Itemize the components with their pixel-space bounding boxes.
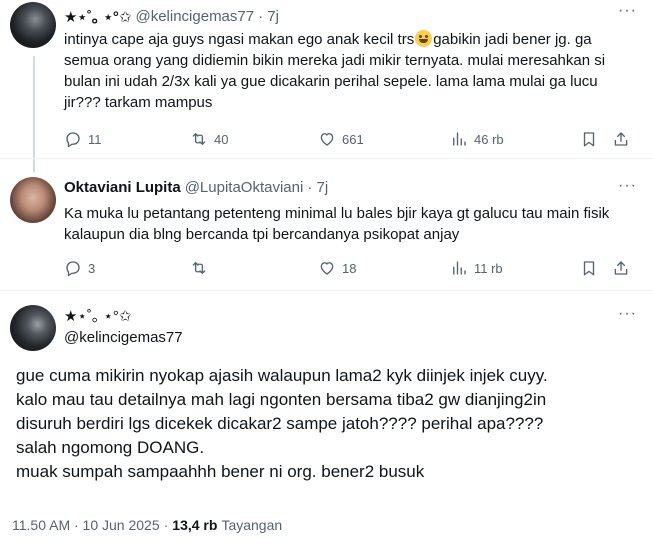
bookmark-button[interactable] <box>580 130 598 148</box>
share-icon <box>614 132 628 146</box>
like-count: 661 <box>342 131 364 147</box>
tweet-line: kalo mau tau detailnya mah lagi ngonten … <box>16 390 547 409</box>
like-button[interactable]: 661 <box>318 130 364 148</box>
tweet-meta: 11.50 AM · 10 Jun 2025 · 13,4 rb Tayanga… <box>12 517 282 533</box>
like-count: 18 <box>342 260 357 276</box>
share-button[interactable] <box>612 130 630 148</box>
more-icon[interactable]: ··· <box>618 305 637 323</box>
bookmark-icon <box>583 132 595 147</box>
view-count: 46 rb <box>474 131 504 147</box>
reply-icon <box>66 261 80 277</box>
share-button[interactable] <box>612 259 630 277</box>
avatar[interactable] <box>10 2 56 48</box>
avatar[interactable] <box>10 305 56 351</box>
tweet-2[interactable]: Oktaviani Lupita @LupitaOktaviani · 7j ·… <box>0 158 653 290</box>
like-icon <box>320 133 334 146</box>
repost-icon <box>192 133 206 145</box>
repost-count: 40 <box>214 131 229 147</box>
bookmark-icon <box>583 261 595 276</box>
like-button[interactable]: 18 <box>318 259 356 277</box>
timestamp[interactable]: · 7j <box>258 8 279 25</box>
tweet-line: disuruh berdiri lgs dicekek dicakar2 sam… <box>16 414 544 433</box>
tweet-1[interactable]: ★⋆˚｡ ⋆°✩ @kelincigemas77 · 7j ··· intiny… <box>0 0 653 172</box>
views-icon <box>453 261 466 275</box>
more-icon[interactable]: ··· <box>618 2 637 20</box>
repost-icon <box>192 262 206 274</box>
tweet-line: salah ngomong DOANG. <box>16 438 205 457</box>
action-bar: 11 40 661 46 rb <box>64 130 634 150</box>
tweet-header: Oktaviani Lupita @LupitaOktaviani · 7j <box>64 179 328 196</box>
reply-button[interactable]: 11 <box>64 130 102 148</box>
bookmark-button[interactable] <box>580 259 598 277</box>
timestamp[interactable]: · 7j <box>307 179 328 196</box>
repost-button[interactable] <box>190 259 214 277</box>
display-name[interactable]: ★⋆˚｡ ⋆°✩ <box>64 305 131 326</box>
meta-separator: · <box>163 517 169 533</box>
tweet-text: gue cuma mikirin nyokap ajasih walaupun … <box>16 364 636 484</box>
share-icon <box>614 261 628 275</box>
view-count: 11 rb <box>474 260 503 276</box>
display-name[interactable]: ★⋆˚｡ ⋆°✩ <box>64 6 131 27</box>
views-label: Tayangan <box>221 517 283 533</box>
tweet-line: muak sumpah sampaahhh bener ni org. bene… <box>16 462 425 481</box>
display-name[interactable]: Oktaviani Lupita <box>64 179 181 196</box>
tweet-text-part: intinya cape aja guys ngasi makan ego an… <box>64 31 415 48</box>
tweet-header: ★⋆˚｡ ⋆°✩ @kelincigemas77 · 7j <box>64 6 279 27</box>
reply-icon <box>66 132 80 148</box>
username[interactable]: @kelincigemas77 <box>135 8 254 25</box>
avatar[interactable] <box>10 177 56 223</box>
tweet-line: gue cuma mikirin nyokap ajasih walaupun … <box>16 366 548 385</box>
grinning-face-emoji-icon <box>415 30 433 47</box>
reply-button[interactable]: 3 <box>64 259 95 277</box>
views-button[interactable]: 46 rb <box>450 130 504 148</box>
tweet-text: Ka muka lu petantang petenteng minimal l… <box>64 205 610 243</box>
post-timestamp[interactable]: 11.50 AM · 10 Jun 2025 <box>12 517 160 533</box>
like-icon <box>320 262 334 275</box>
more-icon[interactable]: ··· <box>618 177 637 195</box>
reply-count: 3 <box>88 260 96 276</box>
view-count: 13,4 rb <box>172 517 218 533</box>
tweet-text: intinya cape aja guys ngasi makan ego an… <box>64 29 634 113</box>
username[interactable]: @LupitaOktaviani <box>185 179 304 196</box>
main-tweet: ★⋆˚｡ ⋆°✩ @kelincigemas77 ··· gue cuma mi… <box>0 290 653 547</box>
thread-line <box>33 56 35 172</box>
reply-count: 11 <box>88 131 102 147</box>
repost-button[interactable]: 40 <box>190 130 228 148</box>
action-bar: 3 18 11 rb <box>64 259 634 279</box>
views-button[interactable]: 11 rb <box>450 259 503 277</box>
username[interactable]: @kelincigemas77 <box>64 329 183 346</box>
views-icon <box>453 132 466 146</box>
